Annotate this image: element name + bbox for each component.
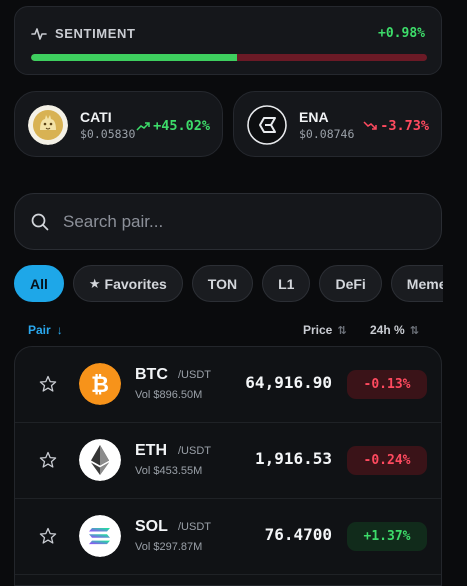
- price-header-label: Price: [303, 323, 333, 337]
- token-name: ENA: [299, 109, 329, 125]
- star-outline-icon[interactable]: [39, 375, 57, 393]
- ena-logo-icon: [247, 105, 287, 145]
- token-price: $0.08746: [299, 127, 355, 141]
- star-outline-icon[interactable]: [39, 527, 57, 545]
- star-outline-icon[interactable]: [39, 451, 57, 469]
- sentiment-header: SENTIMENT: [31, 26, 136, 41]
- sentiment-label: SENTIMENT: [55, 26, 136, 41]
- star-icon: ★: [88, 275, 101, 291]
- pair-change-badge: -0.24%: [347, 446, 427, 475]
- sentiment-bar-fill: [31, 54, 237, 61]
- filter-tabs: All ★ Favorites TON L1 DeFi Meme: [14, 265, 443, 303]
- token-price: $0.05830: [80, 127, 136, 141]
- sort-icon: ⇅: [409, 324, 419, 337]
- pair-symbol: SOL: [135, 518, 168, 535]
- token-change-value: +45.02%: [153, 118, 210, 134]
- cati-cat-icon: [28, 105, 68, 145]
- token-change-value: -3.73%: [380, 118, 429, 134]
- sort-price[interactable]: Price ⇅: [303, 323, 347, 337]
- token-card-cati[interactable]: CATI $0.05830 +45.02%: [14, 91, 223, 157]
- search-input[interactable]: [63, 211, 403, 232]
- sort-change[interactable]: 24h % ⇅: [370, 323, 419, 337]
- sort-pair[interactable]: Pair ↓: [28, 323, 63, 337]
- pair-price: 64,916.90: [245, 373, 332, 392]
- svg-text:₿: ₿: [91, 373, 109, 398]
- pair-quote: /USDT: [178, 521, 211, 533]
- pair-quote: /USDT: [178, 369, 211, 381]
- pair-change-badge: -0.13%: [347, 370, 427, 399]
- sentiment-bar: [31, 54, 427, 61]
- pair-price: 1,916.53: [254, 449, 332, 468]
- pair-change-badge: +1.37%: [347, 522, 427, 551]
- token-change: -3.73%: [363, 118, 429, 134]
- pair-header-label: Pair: [28, 323, 51, 337]
- pair-price: 76.4700: [264, 525, 332, 544]
- change-header-label: 24h %: [370, 323, 405, 337]
- sentiment-value: +0.98%: [378, 26, 425, 41]
- pulse-icon: [31, 27, 47, 40]
- filter-favorites[interactable]: ★ Favorites: [72, 265, 183, 302]
- table-row[interactable]: ETH /USDT Vol $453.55M 1,916.53 -0.24%: [15, 423, 441, 499]
- search-icon: [31, 213, 49, 230]
- pair-volume: Vol $297.87M: [135, 541, 203, 553]
- eth-icon: [79, 439, 121, 481]
- pair-volume: Vol $896.50M: [135, 389, 203, 401]
- arrow-down-icon: ↓: [56, 323, 63, 337]
- filter-ton[interactable]: TON: [191, 265, 254, 302]
- filter-l1[interactable]: L1: [262, 265, 311, 302]
- table-row[interactable]: SOL /USDT Vol $297.87M 76.4700 +1.37%: [15, 499, 441, 575]
- sort-icon: ⇅: [337, 324, 347, 337]
- table-header: Pair ↓ Price ⇅ 24h % ⇅: [14, 320, 442, 342]
- trend-up-icon: [136, 122, 150, 131]
- filter-favorites-label: Favorites: [104, 275, 167, 292]
- token-card-ena[interactable]: ENA $0.08746 -3.73%: [233, 91, 442, 157]
- trend-down-icon: [363, 121, 377, 130]
- pair-quote: /USDT: [178, 445, 211, 457]
- sol-icon: [79, 515, 121, 557]
- pair-symbol: BTC: [135, 366, 168, 383]
- pair-symbol: ETH: [135, 442, 167, 459]
- pairs-table: ₿ BTC /USDT Vol $896.50M 64,916.90 -0.13…: [14, 346, 442, 586]
- sentiment-card: SENTIMENT +0.98%: [14, 6, 442, 75]
- search-bar[interactable]: [14, 193, 442, 250]
- token-change: +45.02%: [136, 118, 210, 134]
- filter-defi[interactable]: DeFi: [319, 265, 382, 302]
- pair-volume: Vol $453.55M: [135, 465, 203, 477]
- table-row[interactable]: ₿ BTC /USDT Vol $896.50M 64,916.90 -0.13…: [15, 347, 441, 423]
- btc-icon: ₿: [79, 363, 121, 405]
- filter-all[interactable]: All: [14, 265, 64, 302]
- token-name: CATI: [80, 109, 112, 125]
- filter-meme[interactable]: Meme: [390, 265, 443, 302]
